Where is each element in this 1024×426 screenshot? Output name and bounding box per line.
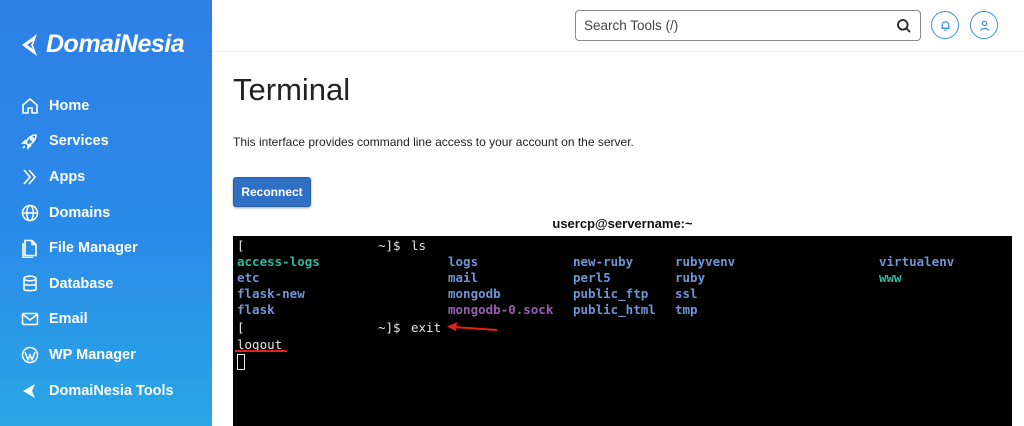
notification-button[interactable] [931,11,959,39]
file-icon [20,238,40,259]
sidebar-item-file-manager[interactable]: File Manager [0,230,212,266]
top-header [212,0,1024,52]
terminal-line: etc mail perl5 ruby www [237,270,1007,286]
ls-entry-dir: perl5 [573,270,611,285]
page-title: Terminal [233,72,351,107]
ls-entry-dir: tmp [675,302,698,317]
prompt-open: [ [237,238,245,253]
sidebar-item-label: Email [49,311,88,328]
ls-entry-dir: flask-new [237,286,305,301]
sidebar-item-label: WP Manager [49,346,136,363]
search-icon[interactable] [896,18,912,34]
sidebar-item-label: Services [49,133,109,150]
terminal-line: flask mongodb-0.sock public_html tmp [237,302,1007,318]
sidebar-item-label: Database [49,275,114,292]
sidebar-item-apps[interactable]: Apps [0,159,212,195]
annotation-underline [235,350,287,352]
database-icon [20,274,40,294]
sidebar-item-label: File Manager [49,240,138,257]
globe-icon [20,203,40,223]
sidebar-item-wp-manager[interactable]: WP Manager [0,337,212,373]
ls-entry-dir: new-ruby [573,254,634,269]
brand-logo[interactable]: DomaiNesia [20,30,185,59]
bell-icon [940,20,950,31]
terminal-cursor [237,354,245,370]
ls-entry-dir: virtualenv [879,254,955,269]
brand-name: DomaiNesia [46,30,185,58]
apps-icon [20,167,40,187]
sidebar-item-database[interactable]: Database [0,266,212,302]
terminal-window[interactable]: [ ~]$ ls access-logs logs new-ruby rubyv… [233,236,1012,426]
sidebar-item-label: Home [49,97,90,114]
ls-entry-dir: etc [237,270,260,285]
search-input[interactable] [576,11,896,40]
ls-entry-dir: mongodb [448,286,501,301]
home-icon [20,96,40,116]
sidebar-item-domains[interactable]: Domains [0,195,212,231]
reconnect-button[interactable]: Reconnect [233,177,311,207]
sidebar-item-services[interactable]: Services [0,124,212,160]
sidebar-item-email[interactable]: Email [0,302,212,338]
ls-entry-link: www [879,270,902,285]
ls-entry-dir: ssl [675,286,698,301]
user-icon [979,20,989,31]
terminal-line: [ ~]$ exit [237,320,1007,336]
ls-entry-dir: ruby [675,270,706,285]
terminal-title: usercp@servername:~ [552,216,693,231]
terminal-command: ls [411,238,427,253]
annotation-arrow-icon [447,322,498,331]
page-description: This interface provides command line acc… [233,135,634,149]
sidebar-nav: Home Services Apps Domains File Manager [0,88,212,408]
ls-entry-socket: mongodb-0.sock [448,302,554,317]
tools-icon [20,381,40,401]
ls-entry-dir: public_ftp [573,286,649,301]
prompt-open: [ [237,320,245,335]
sidebar-item-label: DomaiNesia Tools [49,382,174,399]
terminal-line: logout [237,337,1007,353]
terminal-command: exit [411,320,442,335]
search-box[interactable] [575,10,921,41]
sidebar-item-label: Apps [49,168,86,185]
ls-entry-dir: public_html [573,302,656,317]
ls-entry-dir: mail [448,270,479,285]
terminal-line: [ ~]$ ls [237,238,1007,254]
terminal-line: access-logs logs new-ruby rubyvenv virtu… [237,254,1007,270]
sidebar-item-domainesia-tools[interactable]: DomaiNesia Tools [0,373,212,409]
prompt-close: ~]$ [378,238,401,253]
sidebar-item-home[interactable]: Home [0,88,212,124]
sidebar-item-label: Domains [49,204,111,221]
ls-entry-dir: flask [237,302,275,317]
wordpress-icon [20,345,40,365]
sidebar: DomaiNesia Home Services Apps Domains Fi… [0,0,212,426]
mail-icon [20,309,40,329]
ls-entry-dir: access-logs [237,254,320,269]
ls-entry-dir: rubyvenv [675,254,736,269]
user-menu-button[interactable] [970,11,998,39]
ls-entry-dir: logs [448,254,479,269]
rocket-icon [20,131,40,151]
prompt-close: ~]$ [378,320,401,335]
terminal-line: flask-new mongodb public_ftp ssl [237,286,1007,302]
logo-mark-icon [22,33,37,56]
